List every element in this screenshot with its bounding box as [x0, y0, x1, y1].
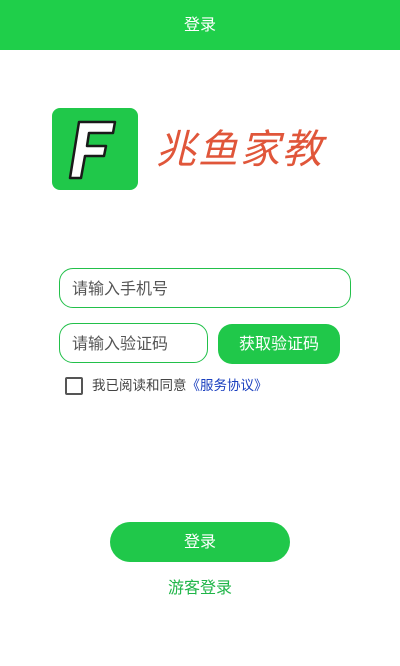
verification-code-input[interactable]	[59, 323, 208, 363]
agreement-checkbox[interactable]	[65, 377, 83, 395]
app-logo-icon	[52, 108, 138, 190]
agreement-text: 我已阅读和同意	[92, 378, 187, 394]
guest-login-link[interactable]: 游客登录	[0, 576, 400, 600]
agreement-row: 我已阅读和同意《服务协议》	[65, 376, 268, 396]
top-bar: 登录	[0, 0, 400, 50]
get-code-button[interactable]: 获取验证码	[218, 324, 340, 364]
brand-name: 兆鱼家教	[156, 127, 324, 173]
letter-f-icon	[68, 120, 117, 180]
login-button[interactable]: 登录	[110, 522, 290, 562]
page-title: 登录	[183, 15, 216, 34]
phone-input[interactable]	[59, 268, 351, 308]
service-agreement-link[interactable]: 《服务协议》	[187, 378, 268, 394]
